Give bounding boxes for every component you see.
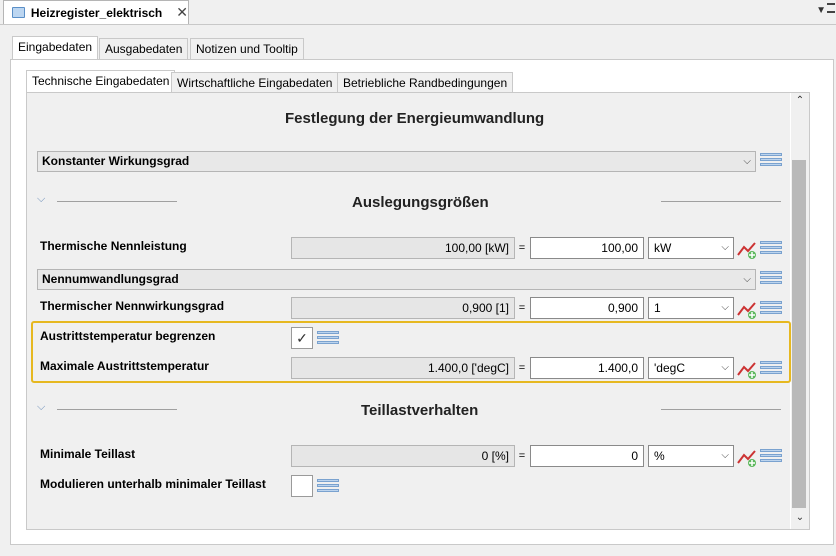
chevron-down-icon: ⌵	[743, 274, 751, 285]
unit-select[interactable]: % ⌵	[648, 445, 734, 467]
minimize-icon[interactable]	[826, 1, 836, 15]
chevron-down-icon: ⌵	[721, 450, 729, 461]
field-label: Thermischer Nennwirkungsgrad	[40, 299, 225, 313]
chart-add-icon[interactable]	[737, 299, 757, 319]
nennleistung-input[interactable]: 100,00	[530, 237, 644, 259]
close-icon[interactable]: ✕	[176, 4, 188, 21]
scroll-down-icon[interactable]: ⌄	[791, 512, 809, 523]
section-divider	[57, 409, 177, 410]
computed-value: 1.400,0 ['degC]	[291, 357, 515, 379]
computed-value: 100,00 [kW]	[291, 237, 515, 259]
tab-wirtschaftliche-eingabedaten[interactable]: Wirtschaftliche Eingabedaten	[171, 72, 339, 93]
tab-betriebliche-randbedingungen[interactable]: Betriebliche Randbedingungen	[337, 72, 514, 93]
menu-icon[interactable]	[760, 449, 782, 465]
chevron-down-icon: ⌵	[721, 362, 729, 373]
min-teillast-input[interactable]: 0	[530, 445, 644, 467]
field-label: Modulieren unterhalb minimaler Teillast	[40, 477, 266, 491]
tab-notizen[interactable]: Notizen und Tooltip	[190, 38, 304, 59]
divider	[0, 24, 836, 25]
equals-sign: =	[518, 450, 526, 462]
scroll-thumb[interactable]	[792, 160, 806, 508]
unit-select[interactable]: kW ⌵	[648, 237, 734, 259]
collapse-chevron-icon[interactable]: ⌵	[37, 401, 45, 414]
editor-tab-title: Heizregister_elektrisch	[30, 5, 163, 20]
max-temp-input[interactable]: 1.400,0	[530, 357, 644, 379]
energy-mode-value: Konstanter Wirkungsgrad	[42, 154, 190, 168]
editor-tab[interactable]: Heizregister_elektrisch ✕	[3, 0, 189, 24]
equals-sign: =	[518, 302, 526, 314]
unit-value: 'degC	[654, 361, 685, 375]
unit-select[interactable]: 'degC ⌵	[648, 357, 734, 379]
tab-eingabedaten[interactable]: Eingabedaten	[12, 36, 99, 59]
file-icon	[12, 7, 25, 18]
chart-add-icon[interactable]	[737, 239, 757, 259]
field-label: Maximale Austrittstemperatur	[40, 359, 209, 373]
unit-value: kW	[654, 241, 672, 255]
chart-add-icon[interactable]	[737, 447, 757, 467]
nennwirkungsgrad-input[interactable]: 0,900	[530, 297, 644, 319]
menu-icon[interactable]	[760, 361, 782, 377]
collapse-chevron-icon[interactable]: ⌵	[37, 193, 45, 206]
view-menu-icon[interactable]: ▼	[816, 5, 826, 16]
modulieren-checkbox[interactable]	[291, 475, 313, 497]
computed-value: 0,900 [1]	[291, 297, 515, 319]
menu-icon[interactable]	[760, 153, 782, 169]
section-title-design: Auslegungsgrößen	[352, 194, 489, 211]
scroll-up-icon[interactable]: ⌃	[791, 95, 809, 106]
energy-mode-select[interactable]: Konstanter Wirkungsgrad ⌵	[37, 151, 756, 172]
section-title-partload: Teillastverhalten	[361, 402, 479, 419]
conversion-mode-select[interactable]: Nennumwandlungsgrad ⌵	[37, 269, 756, 290]
section-title-energy: Festlegung der Energieumwandlung	[285, 110, 545, 127]
unit-value: %	[654, 449, 665, 463]
chevron-down-icon: ⌵	[721, 242, 729, 253]
section-divider	[661, 409, 781, 410]
field-label: Austrittstemperatur begrenzen	[40, 329, 216, 343]
chevron-down-icon: ⌵	[721, 302, 729, 313]
field-label: Thermische Nennleistung	[40, 239, 187, 253]
section-divider	[57, 201, 177, 202]
begrenzen-checkbox[interactable]: ✓	[291, 327, 313, 349]
chart-add-icon[interactable]	[737, 359, 757, 379]
computed-value: 0 [%]	[291, 445, 515, 467]
field-label: Minimale Teillast	[40, 447, 136, 461]
menu-icon[interactable]	[760, 271, 782, 287]
equals-sign: =	[518, 242, 526, 254]
menu-icon[interactable]	[760, 241, 782, 257]
conversion-mode-value: Nennumwandlungsgrad	[42, 272, 179, 286]
unit-value: 1	[654, 301, 661, 315]
tab-technische-eingabedaten[interactable]: Technische Eingabedaten	[26, 70, 176, 93]
chevron-down-icon: ⌵	[743, 156, 751, 167]
menu-icon[interactable]	[317, 479, 339, 495]
menu-icon[interactable]	[760, 301, 782, 317]
section-divider	[661, 201, 781, 202]
unit-select[interactable]: 1 ⌵	[648, 297, 734, 319]
tab-ausgabedaten[interactable]: Ausgabedaten	[99, 38, 189, 59]
equals-sign: =	[518, 362, 526, 374]
menu-icon[interactable]	[317, 331, 339, 347]
